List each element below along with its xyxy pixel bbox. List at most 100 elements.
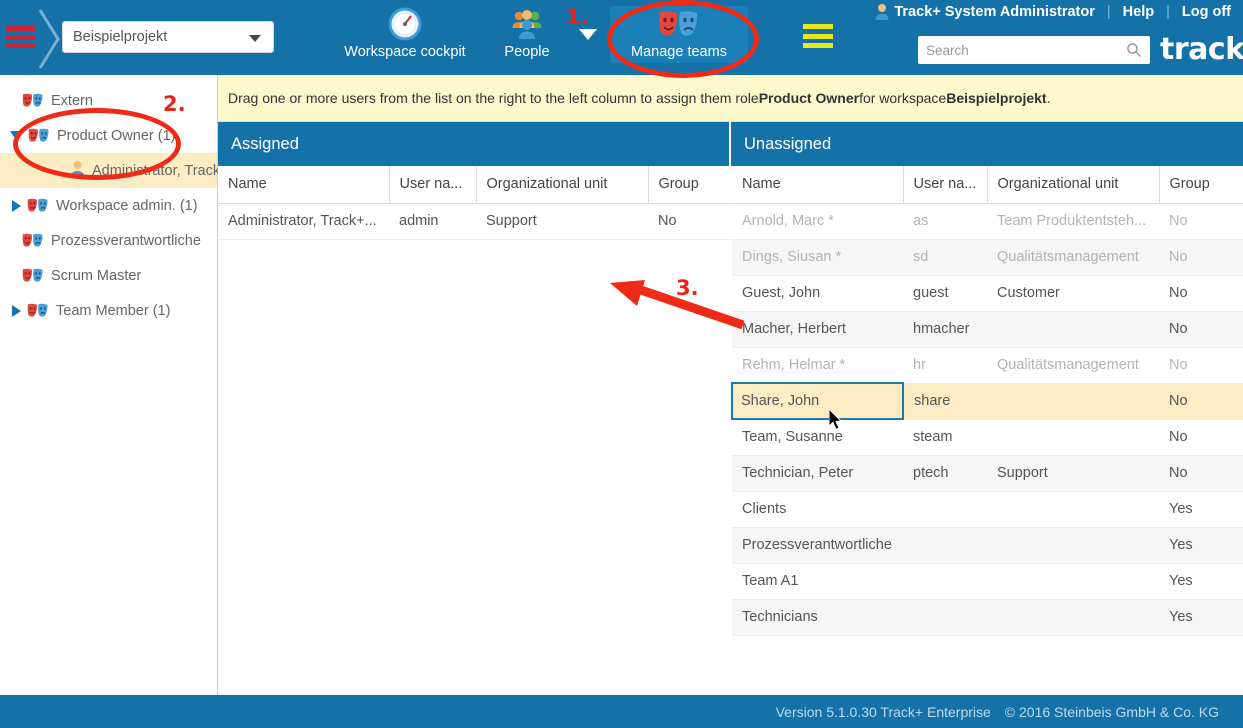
cell-group[interactable]: No bbox=[1159, 455, 1243, 491]
cell-name[interactable]: Dings, Siusan * bbox=[732, 239, 903, 275]
cell-user-na[interactable]: ptech bbox=[903, 455, 987, 491]
cell-organizational-unit[interactable] bbox=[987, 599, 1159, 635]
sidebar-item-scrum-master[interactable]: Scrum Master bbox=[0, 258, 217, 293]
cell-group[interactable]: No bbox=[1159, 311, 1243, 347]
sidebar-item-label: Workspace admin. (1) bbox=[56, 198, 198, 214]
sidebar-item-prozessverantwortliche[interactable]: Prozessverantwortliche bbox=[0, 223, 217, 258]
nav-label: People bbox=[487, 44, 567, 60]
cell-group[interactable]: No bbox=[1159, 347, 1243, 383]
hamburger-icon[interactable] bbox=[6, 26, 36, 48]
cell-group[interactable]: No bbox=[1159, 383, 1243, 419]
column-header-user-na[interactable]: User na... bbox=[903, 166, 987, 203]
table-row[interactable]: Dings, Siusan *sdQualitätsmanagementNo bbox=[732, 239, 1243, 275]
table-row[interactable]: Arnold, Marc *asTeam Produktentsteh...No bbox=[732, 203, 1243, 239]
cell-user-na[interactable] bbox=[903, 527, 987, 563]
table-row[interactable]: Guest, JohnguestCustomerNo bbox=[732, 275, 1243, 311]
table-row[interactable]: Team, Susannesteam No bbox=[732, 419, 1243, 455]
cell-group[interactable]: No bbox=[1159, 419, 1243, 455]
cell-organizational-unit[interactable] bbox=[987, 563, 1159, 599]
chevron-down-icon[interactable] bbox=[10, 131, 22, 140]
cell-organizational-unit[interactable] bbox=[987, 527, 1159, 563]
cell-user-na[interactable]: share bbox=[903, 383, 987, 419]
sidebar-item-administrator-track[interactable]: Administrator, Track+ bbox=[0, 153, 217, 188]
cell-organizational-unit[interactable]: Qualitätsmanagement bbox=[987, 239, 1159, 275]
logoff-link[interactable]: Log off bbox=[1182, 4, 1231, 20]
nav-people[interactable]: People bbox=[487, 6, 567, 60]
cell-name[interactable]: Administrator, Track+... bbox=[218, 203, 389, 239]
cell-name[interactable]: Technician, Peter bbox=[732, 455, 903, 491]
cell-group[interactable]: Yes bbox=[1159, 527, 1243, 563]
cell-organizational-unit[interactable]: Support bbox=[987, 455, 1159, 491]
role-tree-sidebar: Extern Product Owner (1) Administrator, … bbox=[0, 75, 218, 695]
cell-user-na[interactable]: hmacher bbox=[903, 311, 987, 347]
cell-group[interactable]: No bbox=[1159, 239, 1243, 275]
cell-user-na[interactable]: hr bbox=[903, 347, 987, 383]
theater-masks-icon bbox=[28, 127, 50, 144]
column-header-organizational-unit[interactable]: Organizational unit bbox=[987, 166, 1159, 203]
cell-name[interactable]: Team, Susanne bbox=[732, 419, 903, 455]
nav-workspace-cockpit[interactable]: Workspace cockpit bbox=[330, 6, 480, 60]
cell-name[interactable]: Technicians bbox=[732, 599, 903, 635]
cell-name[interactable]: Clients bbox=[732, 491, 903, 527]
column-header-name[interactable]: Name bbox=[218, 166, 389, 203]
cell-group[interactable]: Yes bbox=[1159, 563, 1243, 599]
table-row[interactable]: Prozessverantwortliche Yes bbox=[732, 527, 1243, 563]
cell-user-na[interactable]: steam bbox=[903, 419, 987, 455]
sidebar-item-team-member-1[interactable]: Team Member (1) bbox=[0, 293, 217, 328]
cell-organizational-unit[interactable] bbox=[987, 311, 1159, 347]
cell-group[interactable]: No bbox=[1159, 275, 1243, 311]
cell-user-na[interactable]: guest bbox=[903, 275, 987, 311]
project-selector[interactable]: Beispielprojekt bbox=[62, 21, 274, 53]
chevron-down-icon[interactable] bbox=[579, 29, 597, 40]
cell-user-na[interactable] bbox=[903, 563, 987, 599]
table-row[interactable]: Team A1 Yes bbox=[732, 563, 1243, 599]
cell-name[interactable]: Team A1 bbox=[732, 563, 903, 599]
cell-name[interactable]: Prozessverantwortliche bbox=[732, 527, 903, 563]
sidebar-item-product-owner-1[interactable]: Product Owner (1) bbox=[0, 118, 217, 153]
cell-user-na[interactable]: sd bbox=[903, 239, 987, 275]
cell-name[interactable]: Arnold, Marc * bbox=[732, 203, 903, 239]
cell-organizational-unit[interactable]: Qualitätsmanagement bbox=[987, 347, 1159, 383]
cell-user-na[interactable]: as bbox=[903, 203, 987, 239]
cell-user-na[interactable] bbox=[903, 599, 987, 635]
cell-user-na[interactable]: admin bbox=[389, 203, 476, 239]
table-row[interactable]: Administrator, Track+...adminSupportNo bbox=[218, 203, 731, 239]
column-header-user-na[interactable]: User na... bbox=[389, 166, 476, 203]
column-header-group[interactable]: Group bbox=[1159, 166, 1243, 203]
table-row[interactable]: Share, Johnshare No bbox=[732, 383, 1243, 419]
table-row[interactable]: Macher, Herberthmacher No bbox=[732, 311, 1243, 347]
cell-group[interactable]: No bbox=[1159, 203, 1243, 239]
cell-organizational-unit[interactable] bbox=[987, 383, 1159, 419]
cell-name[interactable]: Macher, Herbert bbox=[732, 311, 903, 347]
cell-organizational-unit[interactable] bbox=[987, 491, 1159, 527]
cell-user-na[interactable] bbox=[903, 491, 987, 527]
cell-organizational-unit[interactable]: Customer bbox=[987, 275, 1159, 311]
column-header-organizational-unit[interactable]: Organizational unit bbox=[476, 166, 648, 203]
chevron-right-icon[interactable] bbox=[12, 305, 21, 317]
cell-group[interactable]: Yes bbox=[1159, 599, 1243, 635]
column-header-name[interactable]: Name bbox=[732, 166, 903, 203]
banner-prefix: Drag one or more users from the list on … bbox=[228, 90, 759, 106]
help-link[interactable]: Help bbox=[1123, 4, 1154, 20]
cell-organizational-unit[interactable] bbox=[987, 419, 1159, 455]
unassigned-body: Arnold, Marc *asTeam Produktentsteh...No… bbox=[732, 203, 1243, 635]
nav-manage-teams[interactable]: Manage teams bbox=[610, 6, 748, 63]
hamburger-icon-yellow[interactable] bbox=[803, 24, 833, 48]
search-icon[interactable] bbox=[1126, 42, 1142, 58]
column-header-group[interactable]: Group bbox=[648, 166, 731, 203]
table-row[interactable]: Technicians Yes bbox=[732, 599, 1243, 635]
search-input[interactable]: Search bbox=[918, 36, 1150, 64]
chevron-right-icon[interactable] bbox=[12, 200, 21, 212]
cell-organizational-unit[interactable]: Team Produktentsteh... bbox=[987, 203, 1159, 239]
cell-group[interactable]: Yes bbox=[1159, 491, 1243, 527]
table-row[interactable]: Rehm, Helmar *hrQualitätsmanagementNo bbox=[732, 347, 1243, 383]
cell-organizational-unit[interactable]: Support bbox=[476, 203, 648, 239]
user-menu-bar: Track+ System Administrator | Help | Log… bbox=[875, 3, 1231, 21]
cell-group[interactable]: No bbox=[648, 203, 731, 239]
cell-name[interactable]: Rehm, Helmar * bbox=[732, 347, 903, 383]
table-row[interactable]: Clients Yes bbox=[732, 491, 1243, 527]
table-row[interactable]: Technician, PeterptechSupportNo bbox=[732, 455, 1243, 491]
cell-name[interactable]: Guest, John bbox=[732, 275, 903, 311]
sidebar-item-workspace-admin-1[interactable]: Workspace admin. (1) bbox=[0, 188, 217, 223]
cell-name[interactable]: Share, John bbox=[732, 383, 903, 419]
